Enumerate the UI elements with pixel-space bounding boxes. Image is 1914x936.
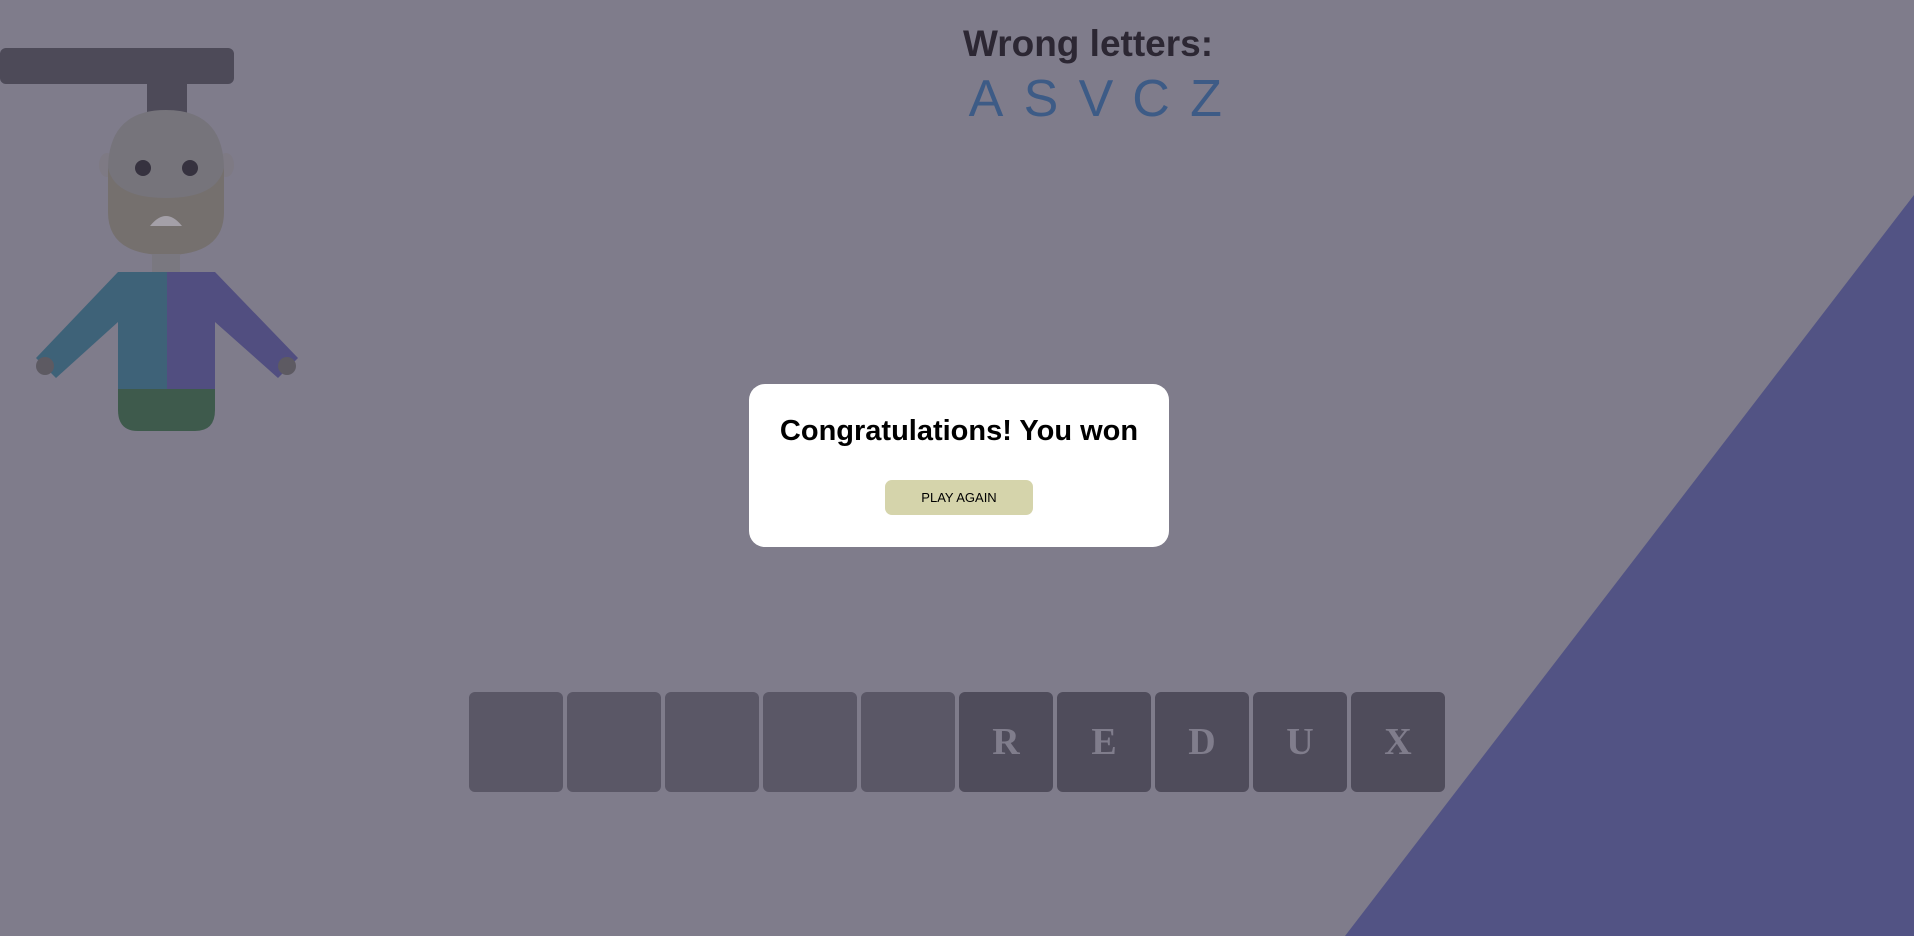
torso-left [118,272,167,390]
letter-tile [763,692,857,792]
wrong-letter: Z [1190,70,1222,128]
letter-tile [861,692,955,792]
gallows-beam [0,48,234,84]
letter-tile: U [1253,692,1347,792]
win-dialog: Congratulations! You won PLAY AGAIN [749,384,1169,547]
letter-tile [469,692,563,792]
play-again-button[interactable]: PLAY AGAIN [885,480,1033,515]
wrong-letter: A [968,70,1004,128]
hangman-figure [0,48,298,431]
right-hand [278,357,296,375]
torso-right [167,272,215,390]
wrong-letter: V [1078,70,1114,128]
neck [152,254,180,274]
letter-tile [665,692,759,792]
letter-tile [567,692,661,792]
letter-tile: E [1057,692,1151,792]
right-eye [182,160,198,176]
wrong-letter: C [1132,70,1170,128]
legs [118,389,215,431]
win-message: Congratulations! You won [779,415,1139,447]
letter-tile: R [959,692,1053,792]
wrong-letters-panel: Wrong letters: A S V C Z [888,22,1288,128]
left-eye [135,160,151,176]
word-tiles: R E D U X [469,692,1445,792]
letter-tile: D [1155,692,1249,792]
left-hand [36,357,54,375]
wrong-letters-title: Wrong letters: [962,23,1214,64]
letter-tile: X [1351,692,1445,792]
wrong-letter: S [1023,70,1059,128]
wrong-letters-list: A S V C Z [888,70,1288,128]
rope [147,82,187,114]
